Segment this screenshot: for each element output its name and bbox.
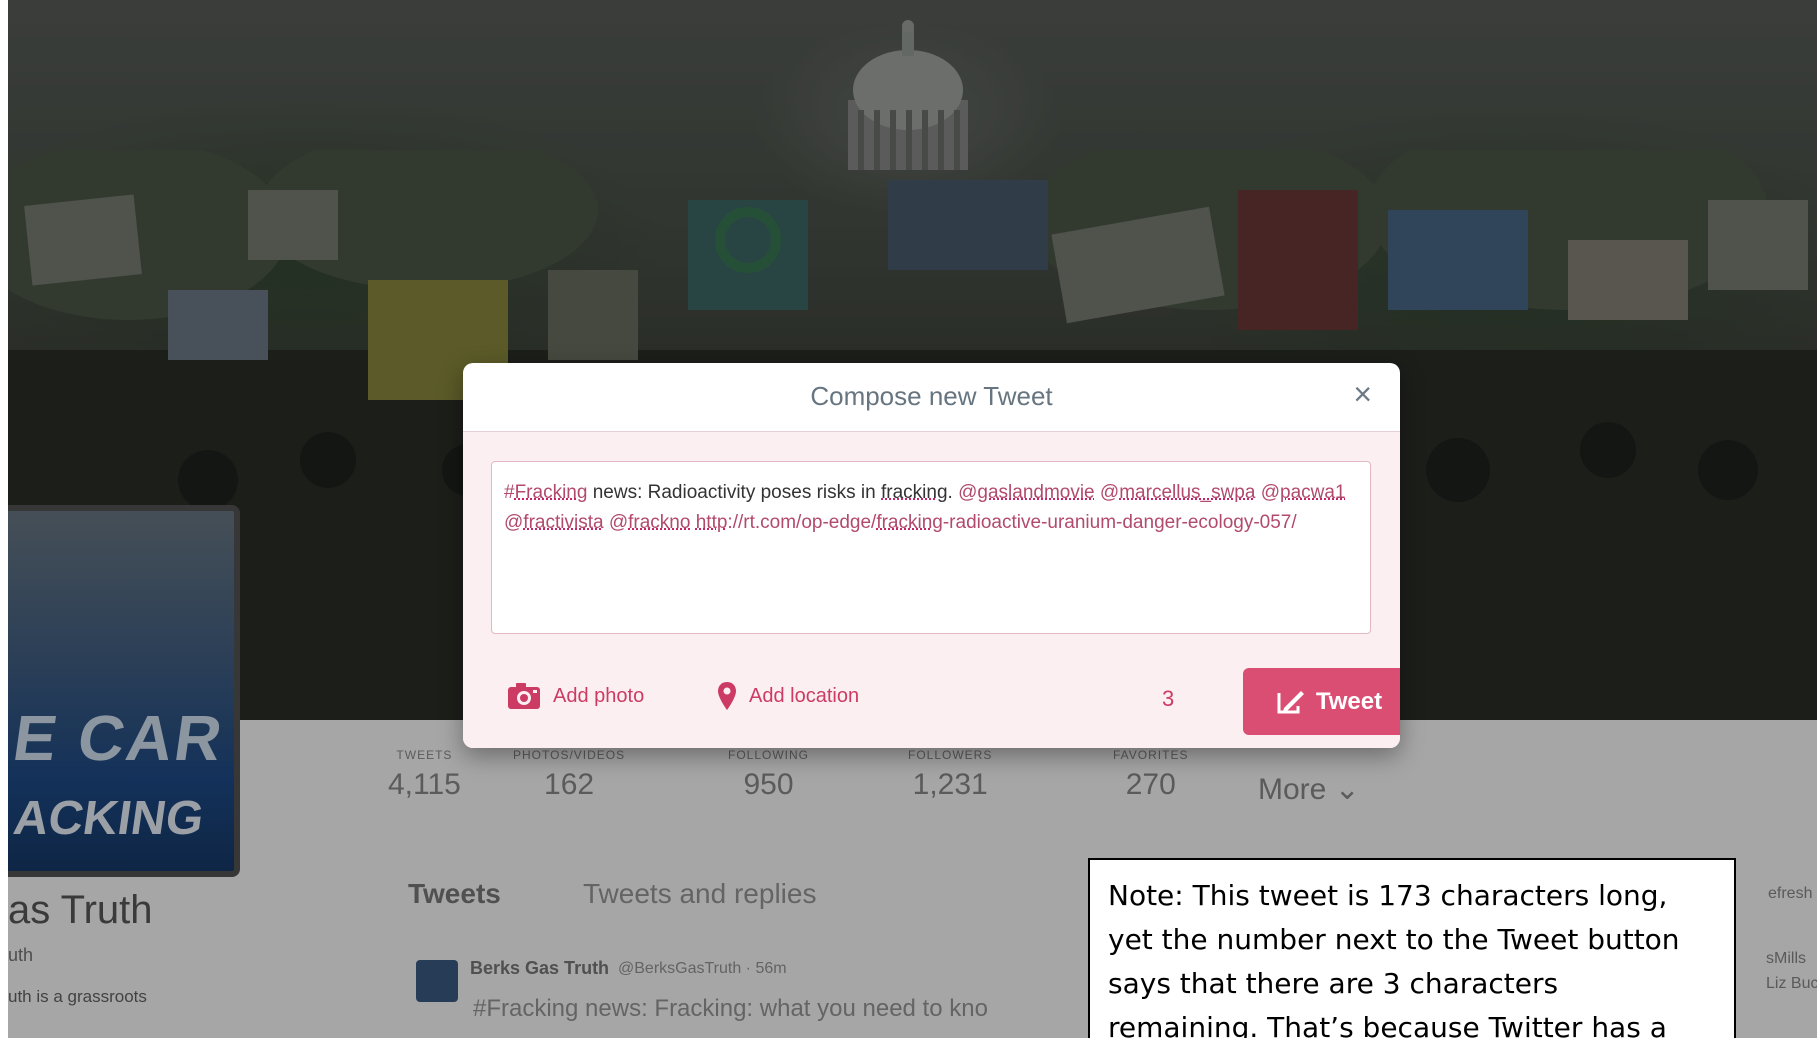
tweet-button-label: Tweet — [1315, 687, 1383, 715]
tweet-text-segment: http — [695, 512, 728, 533]
tweet-text-segment: pacwa1 — [1280, 482, 1346, 503]
close-icon[interactable]: × — [1353, 378, 1372, 410]
tweet-text-segment: fracking — [876, 512, 943, 533]
tweet-text-segment: @ — [958, 482, 978, 503]
add-location-button[interactable]: Add location — [717, 676, 859, 716]
dialog-header: Compose new Tweet × — [463, 363, 1400, 432]
tweet-text-segment: fracking — [881, 482, 948, 503]
tweet-text-segment: # — [504, 482, 515, 503]
dialog-title: Compose new Tweet — [810, 381, 1053, 411]
tweet-text-segment: Fracking — [514, 482, 588, 503]
tweet-text-segment: fractivista — [523, 512, 604, 533]
tweet-text-segment: ://rt.com/op-edge/ — [727, 512, 877, 533]
add-photo-button[interactable]: Add photo — [507, 676, 644, 716]
tweet-text-segment: @ — [504, 512, 524, 533]
tweet-button[interactable]: Tweet — [1243, 668, 1400, 735]
tweet-text-segment: -radioactive-uranium-danger-ecology-057/ — [942, 512, 1297, 533]
compose-tweet-dialog: Compose new Tweet × #Fracking news: Radi… — [463, 363, 1400, 748]
camera-icon — [507, 682, 541, 710]
tweet-text-segment: . — [947, 482, 959, 503]
compose-toolbar: Add photo Add location 3 Tweet — [507, 668, 1400, 735]
add-photo-label: Add photo — [553, 684, 645, 707]
tweet-text-segment: marcellus_swpa — [1119, 482, 1256, 503]
tweet-text-segment: @ — [1260, 482, 1281, 503]
tweet-text-segment: news: Radioactivity poses risks in — [587, 482, 881, 503]
tweet-text-segment: gaslandmovie — [977, 482, 1095, 503]
left-margin — [0, 0, 8, 1038]
dialog-body: #Fracking news: Radioactivity poses risk… — [463, 432, 1400, 748]
compose-icon — [1276, 689, 1306, 715]
add-location-label: Add location — [749, 684, 860, 707]
annotation-note: Note: This tweet is 173 characters long,… — [1088, 858, 1736, 1038]
tweet-text-segment: frackno — [628, 512, 691, 533]
tweet-text-segment: @ — [1099, 482, 1120, 503]
tweet-text-segment: @ — [608, 512, 629, 533]
twitter-profile-page: E CAR ACKING TWEETS 4,115 PHOTOS/VIDEOS … — [8, 0, 1817, 1038]
tweet-text-input[interactable]: #Fracking news: Radioactivity poses risk… — [491, 461, 1371, 634]
map-pin-icon — [717, 681, 737, 711]
character-counter: 3 — [1162, 686, 1175, 711]
